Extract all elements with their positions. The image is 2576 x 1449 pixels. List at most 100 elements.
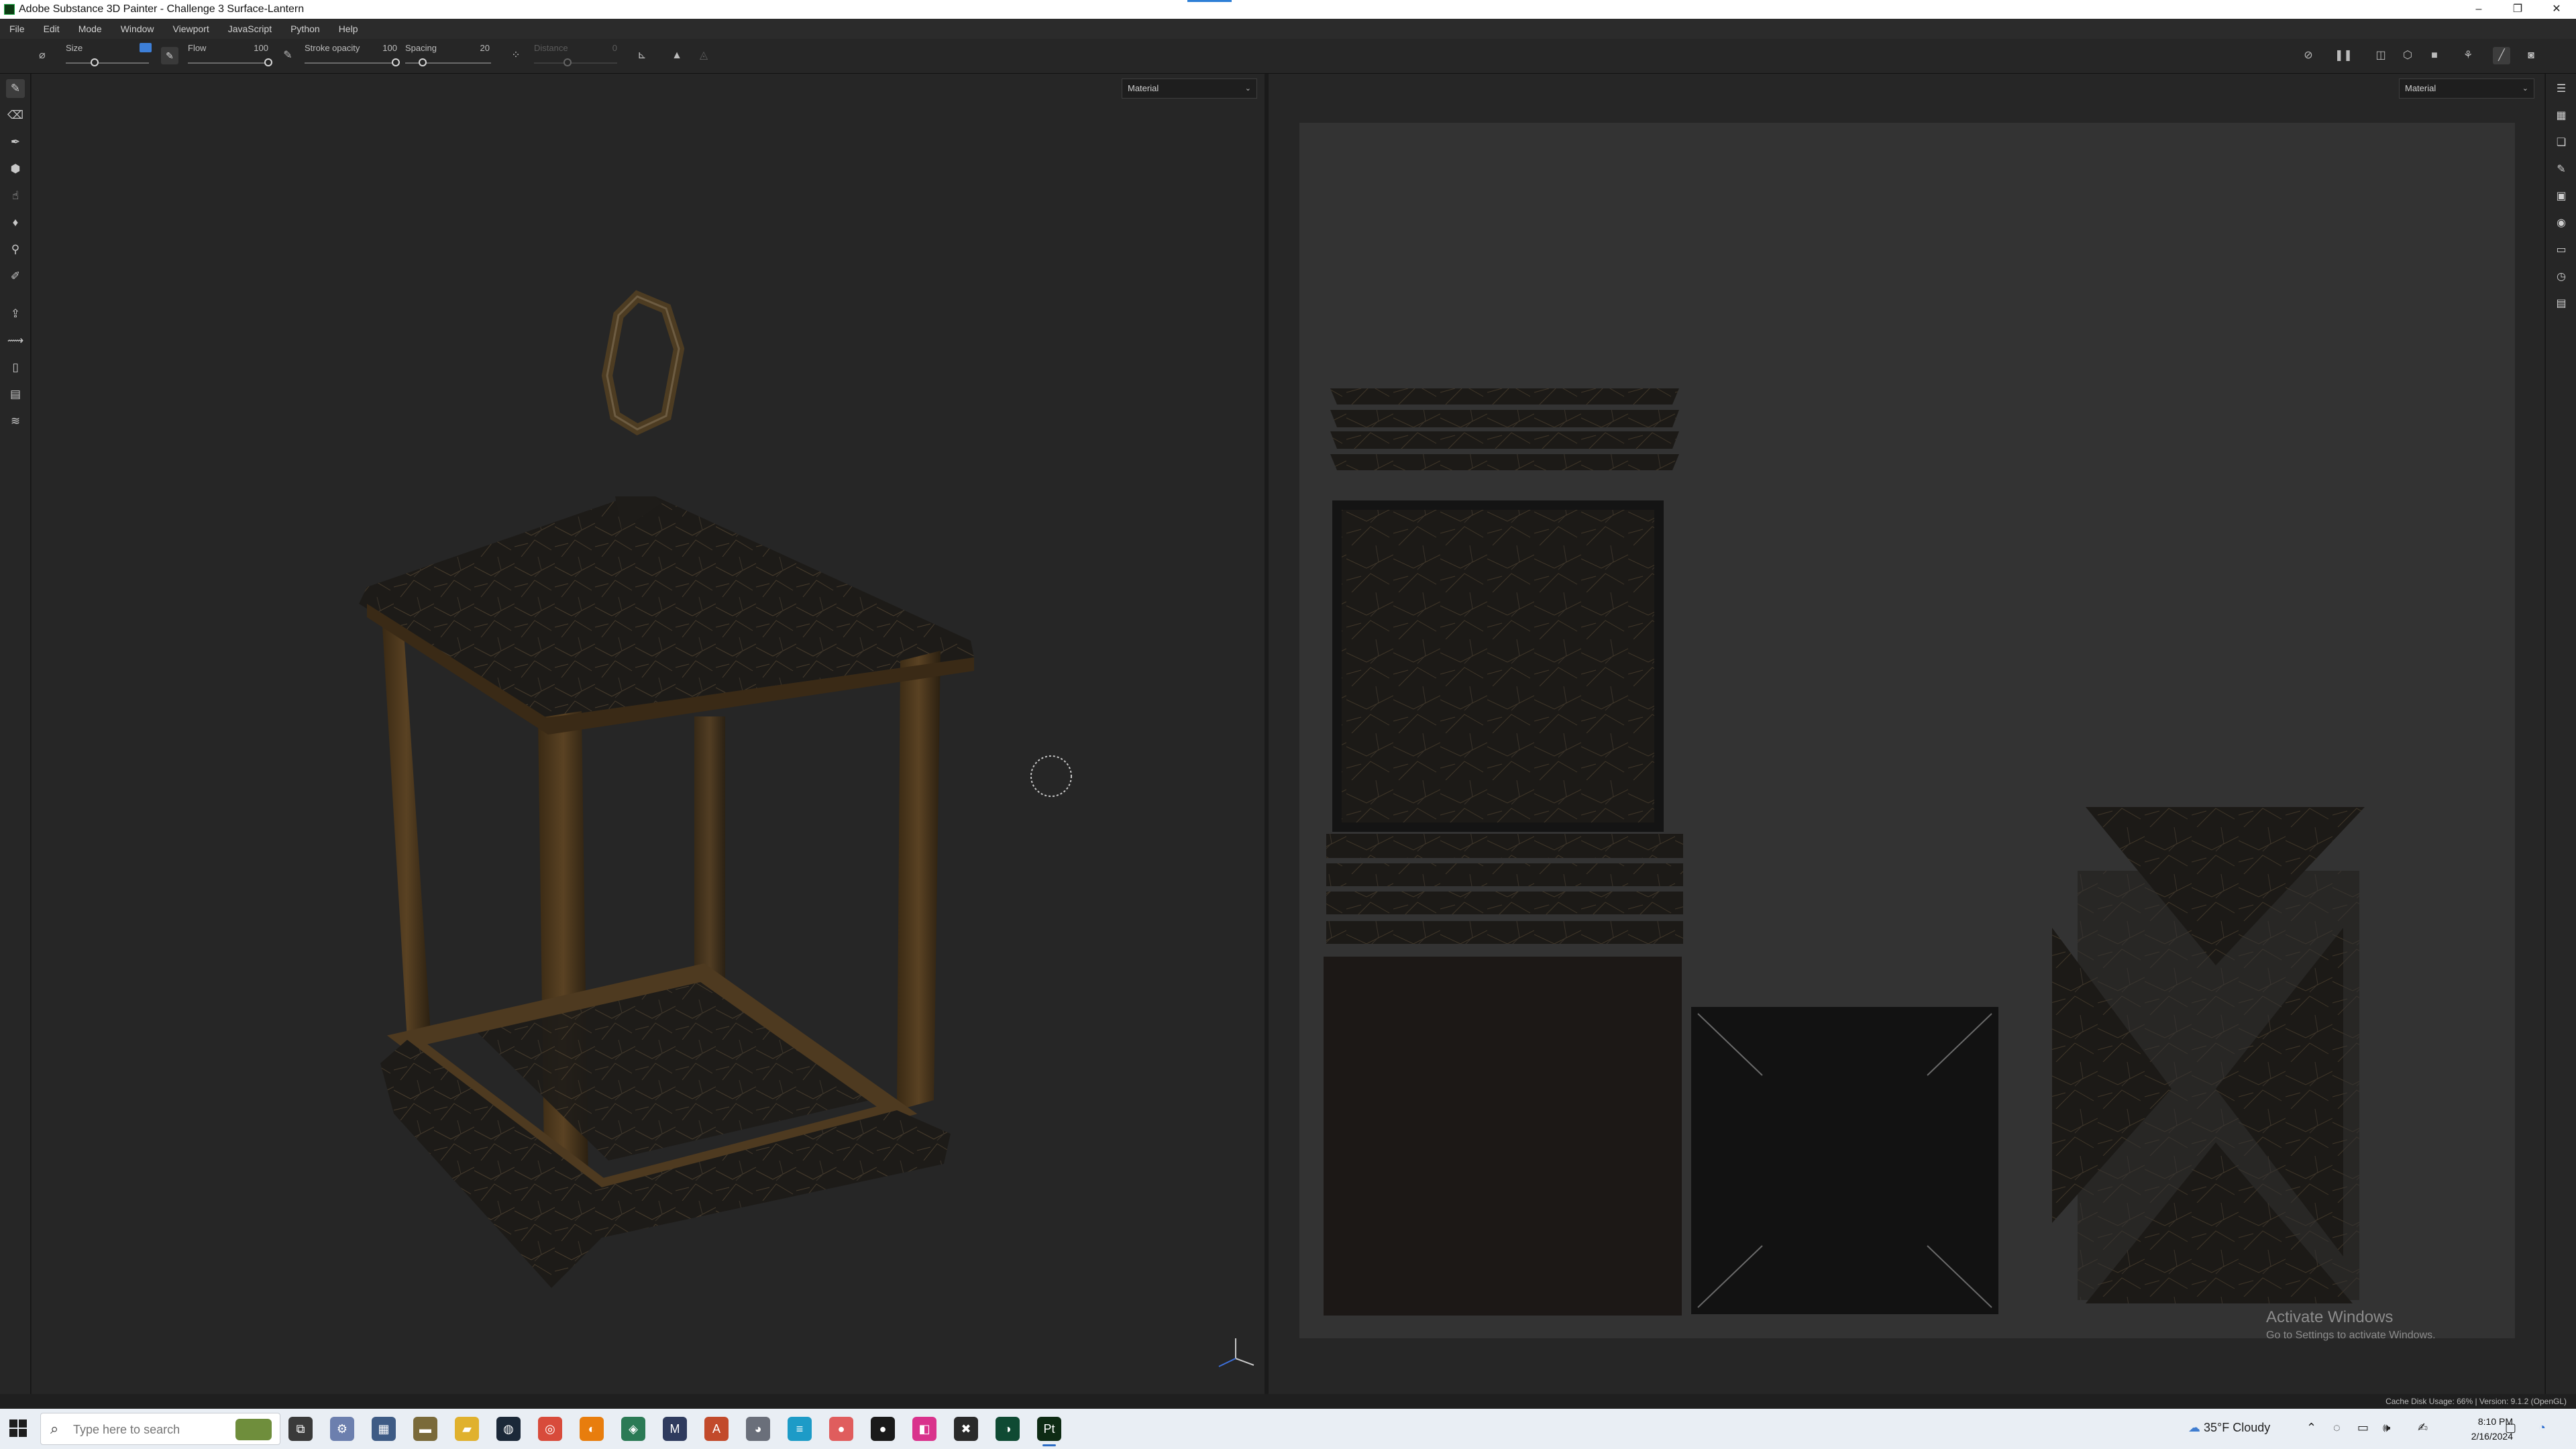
notifications-icon[interactable]: ▢ — [2505, 1421, 2516, 1435]
menu-javascript[interactable]: JavaScript — [219, 23, 281, 34]
flow-pressure-icon[interactable]: ✎ — [279, 47, 297, 64]
task-view-icon[interactable]: ⧉ — [288, 1417, 313, 1441]
shader-settings-icon[interactable]: ◉ — [2553, 215, 2570, 232]
history-panel-icon[interactable]: ◷ — [2553, 268, 2570, 286]
brush-mode-icon[interactable]: ╱ — [2493, 47, 2510, 64]
viewport-3d[interactable]: Material ⌄ — [32, 74, 1265, 1394]
menu-mode[interactable]: Mode — [69, 23, 111, 34]
menu-help[interactable]: Help — [329, 23, 368, 34]
sticky-notes-icon[interactable]: ▬ — [413, 1417, 437, 1441]
brush-preset-icon[interactable]: ⌀ — [34, 47, 51, 64]
weather-widget[interactable]: ☁ 35°F Cloudy — [2188, 1421, 2270, 1435]
restore-button[interactable]: ❐ — [2498, 0, 2537, 19]
menu-python[interactable]: Python — [281, 23, 329, 34]
assets-panel-icon[interactable]: ▭ — [2553, 241, 2570, 259]
uv-island-strip — [1330, 431, 1679, 449]
minimize-button[interactable]: – — [2459, 0, 2498, 19]
eraser-tool-icon[interactable]: ⌫ — [6, 106, 25, 125]
network-icon[interactable]: ▭ — [2357, 1421, 2369, 1435]
taskbar-search[interactable]: ⌕ — [40, 1413, 280, 1445]
bake-tool-icon[interactable]: ⇪ — [6, 305, 25, 323]
smudge-tool-icon[interactable]: ☝ — [6, 186, 25, 205]
size-slider-knob[interactable] — [91, 58, 99, 66]
texture-set-settings-icon[interactable]: ▦ — [2553, 107, 2570, 125]
stream-deck-icon[interactable]: ◈ — [621, 1417, 645, 1441]
camera-icon[interactable]: ■ — [2426, 47, 2443, 64]
steam-icon[interactable]: ◍ — [496, 1417, 521, 1441]
spacing-label: Spacing — [405, 43, 437, 53]
xbox-icon[interactable]: ✖ — [954, 1417, 978, 1441]
menu-viewport[interactable]: Viewport — [164, 23, 219, 34]
snagit-icon[interactable]: ● — [829, 1417, 853, 1441]
stamp-tool-icon[interactable]: ⚲ — [6, 240, 25, 259]
stroke-opacity-slider-knob[interactable] — [392, 58, 400, 66]
notepad-icon[interactable]: ≡ — [788, 1417, 812, 1441]
flow-slider[interactable] — [188, 62, 268, 64]
layers-tool-icon[interactable]: ≋ — [6, 412, 25, 431]
start-button[interactable] — [9, 1419, 28, 1438]
discord-icon[interactable]: ◕ — [746, 1417, 770, 1441]
volume-icon[interactable]: 🕪 — [2383, 1421, 2390, 1435]
substance-painter-icon[interactable]: Pt — [1037, 1417, 1061, 1446]
viewport-2d-mode-select[interactable]: Material ⌄ — [2399, 78, 2534, 99]
display-settings-icon[interactable]: ▣ — [2553, 188, 2570, 205]
meet-now-icon[interactable]: ◌ — [2333, 1421, 2341, 1435]
size-slider[interactable] — [66, 62, 149, 64]
search-highlight-icon — [235, 1419, 272, 1440]
size-value-field[interactable] — [140, 43, 152, 52]
split-view-icon[interactable]: ◫ — [2372, 47, 2390, 64]
layers-panel-icon[interactable]: ❏ — [2553, 134, 2570, 152]
chevron-down-icon: ⌄ — [2522, 85, 2528, 93]
log-panel-icon[interactable]: ▤ — [2553, 295, 2570, 313]
uv-island-roof-cross — [2052, 807, 2365, 1303]
close-button[interactable]: ✕ — [2537, 0, 2576, 19]
properties-panel-icon[interactable]: ✎ — [2553, 161, 2570, 178]
stroke-opacity-slider[interactable] — [305, 62, 396, 64]
menu-file[interactable]: File — [0, 23, 34, 34]
spacing-slider-knob[interactable] — [418, 58, 427, 66]
app-explorer-ring-icon[interactable]: ⚙ — [330, 1417, 354, 1441]
blender-icon[interactable]: ◐ — [580, 1417, 604, 1441]
paint-tool-icon[interactable]: ✎ — [6, 79, 25, 98]
measure-tool-icon[interactable]: ⟿ — [6, 331, 25, 350]
symmetry-options-icon[interactable]: ◬ — [695, 47, 712, 64]
flow-slider-knob[interactable] — [264, 58, 272, 66]
trash-tool-icon[interactable]: ▯ — [6, 358, 25, 377]
cloud-icon: ☁ — [2188, 1421, 2200, 1434]
photoshop-icon[interactable]: ◧ — [912, 1417, 936, 1441]
menu-edit[interactable]: Edit — [34, 23, 69, 34]
menu-window[interactable]: Window — [111, 23, 164, 34]
polygon-fill-tool-icon[interactable]: ⬢ — [6, 160, 25, 178]
lazy-mouse-icon[interactable]: ⁘ — [507, 47, 525, 64]
symmetry-icon[interactable]: ▲ — [668, 47, 686, 64]
render-icon[interactable]: ⚘ — [2459, 47, 2477, 64]
cube-view-icon[interactable]: ⬡ — [2399, 47, 2416, 64]
chrome-icon[interactable]: ◎ — [538, 1417, 562, 1441]
color-picker-tool-icon[interactable]: ✐ — [6, 267, 25, 286]
calculator-icon[interactable]: ▦ — [372, 1417, 396, 1441]
uv-island-strip — [1326, 892, 1683, 914]
copilot-icon[interactable]: ◔ — [2538, 1421, 2546, 1435]
maya-icon[interactable]: M — [663, 1417, 687, 1441]
screenshot-icon[interactable]: ◙ — [2522, 47, 2540, 64]
stroke-opacity-value[interactable]: 100 — [370, 43, 397, 53]
substance-designer-icon[interactable]: ◑ — [996, 1417, 1020, 1441]
menu-bar: File Edit Mode Window Viewport JavaScrip… — [0, 19, 2576, 39]
autodesk-icon[interactable]: A — [704, 1417, 729, 1441]
alignment-icon[interactable]: ⊾ — [633, 47, 651, 64]
spacing-value[interactable]: 20 — [463, 43, 490, 53]
uv-texture-canvas[interactable] — [1299, 123, 2515, 1338]
hide-icon[interactable]: ⊘ — [2300, 47, 2317, 64]
file-explorer-icon[interactable]: ▰ — [455, 1417, 479, 1441]
projection-tool-icon[interactable]: ✒ — [6, 133, 25, 152]
pen-icon[interactable]: ✍ — [2418, 1421, 2428, 1435]
texture-set-list-icon[interactable]: ☰ — [2553, 80, 2570, 98]
size-pressure-toggle[interactable]: ✎ — [161, 47, 178, 64]
clone-tool-icon[interactable]: ♦ — [6, 213, 25, 232]
search-input[interactable] — [73, 1420, 227, 1439]
pause-icon[interactable]: ❚❚ — [2334, 47, 2353, 64]
obs-icon[interactable]: ● — [871, 1417, 895, 1441]
flow-value[interactable]: 100 — [241, 43, 268, 53]
annotation-tool-icon[interactable]: ▤ — [6, 385, 25, 404]
tray-overflow-icon[interactable]: ⌃ — [2306, 1421, 2316, 1435]
